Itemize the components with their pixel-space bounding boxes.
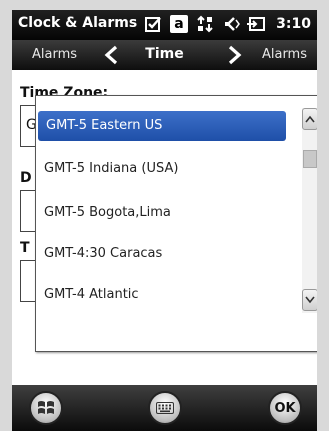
scroll-up-icon[interactable] <box>302 108 317 130</box>
scroll-thumb[interactable] <box>303 150 317 168</box>
checkbox-icon[interactable] <box>144 15 162 33</box>
timezone-dropdown-list[interactable]: GMT-5 Eastern US GMT-5 Indiana (USA) GMT… <box>35 95 317 352</box>
clock-time: 3:10 <box>276 16 311 32</box>
timezone-option[interactable]: GMT-5 Bogota,Lima <box>36 193 298 233</box>
ok-label: OK <box>274 400 296 416</box>
chevron-right-icon[interactable] <box>226 45 244 65</box>
navigation-bar: Alarms Time Alarms <box>12 40 317 70</box>
dropdown-scrollbar[interactable] <box>302 108 317 313</box>
nav-next-label[interactable]: Alarms <box>262 47 307 62</box>
battery-charging-icon[interactable] <box>246 15 266 33</box>
bottom-toolbar: OK <box>12 385 317 431</box>
status-bar: Clock & Alarms a 3:10 <box>12 10 317 40</box>
speaker-mute-icon[interactable] <box>222 15 240 33</box>
timezone-option-selected[interactable]: GMT-5 Eastern US <box>38 111 286 141</box>
network-connection-icon[interactable] <box>196 15 214 33</box>
windows-start-icon[interactable] <box>29 391 63 425</box>
scroll-down-icon[interactable] <box>302 289 317 311</box>
timezone-option[interactable]: GMT-4 Atlantic <box>36 275 298 315</box>
keyboard-icon[interactable] <box>148 391 182 425</box>
ok-button[interactable]: OK <box>268 391 302 425</box>
timezone-option[interactable]: GMT-4:30 Caracas <box>36 234 298 274</box>
device-screen: Clock & Alarms a 3:10 Alarms Time Alarms… <box>12 10 317 431</box>
time-label-letter: T <box>20 240 30 256</box>
date-label-letter: D <box>20 170 32 186</box>
app-title: Clock & Alarms <box>18 15 138 31</box>
timezone-option[interactable]: GMT-5 Indiana (USA) <box>36 149 298 189</box>
keyboard-letter-a-icon[interactable]: a <box>170 15 188 33</box>
